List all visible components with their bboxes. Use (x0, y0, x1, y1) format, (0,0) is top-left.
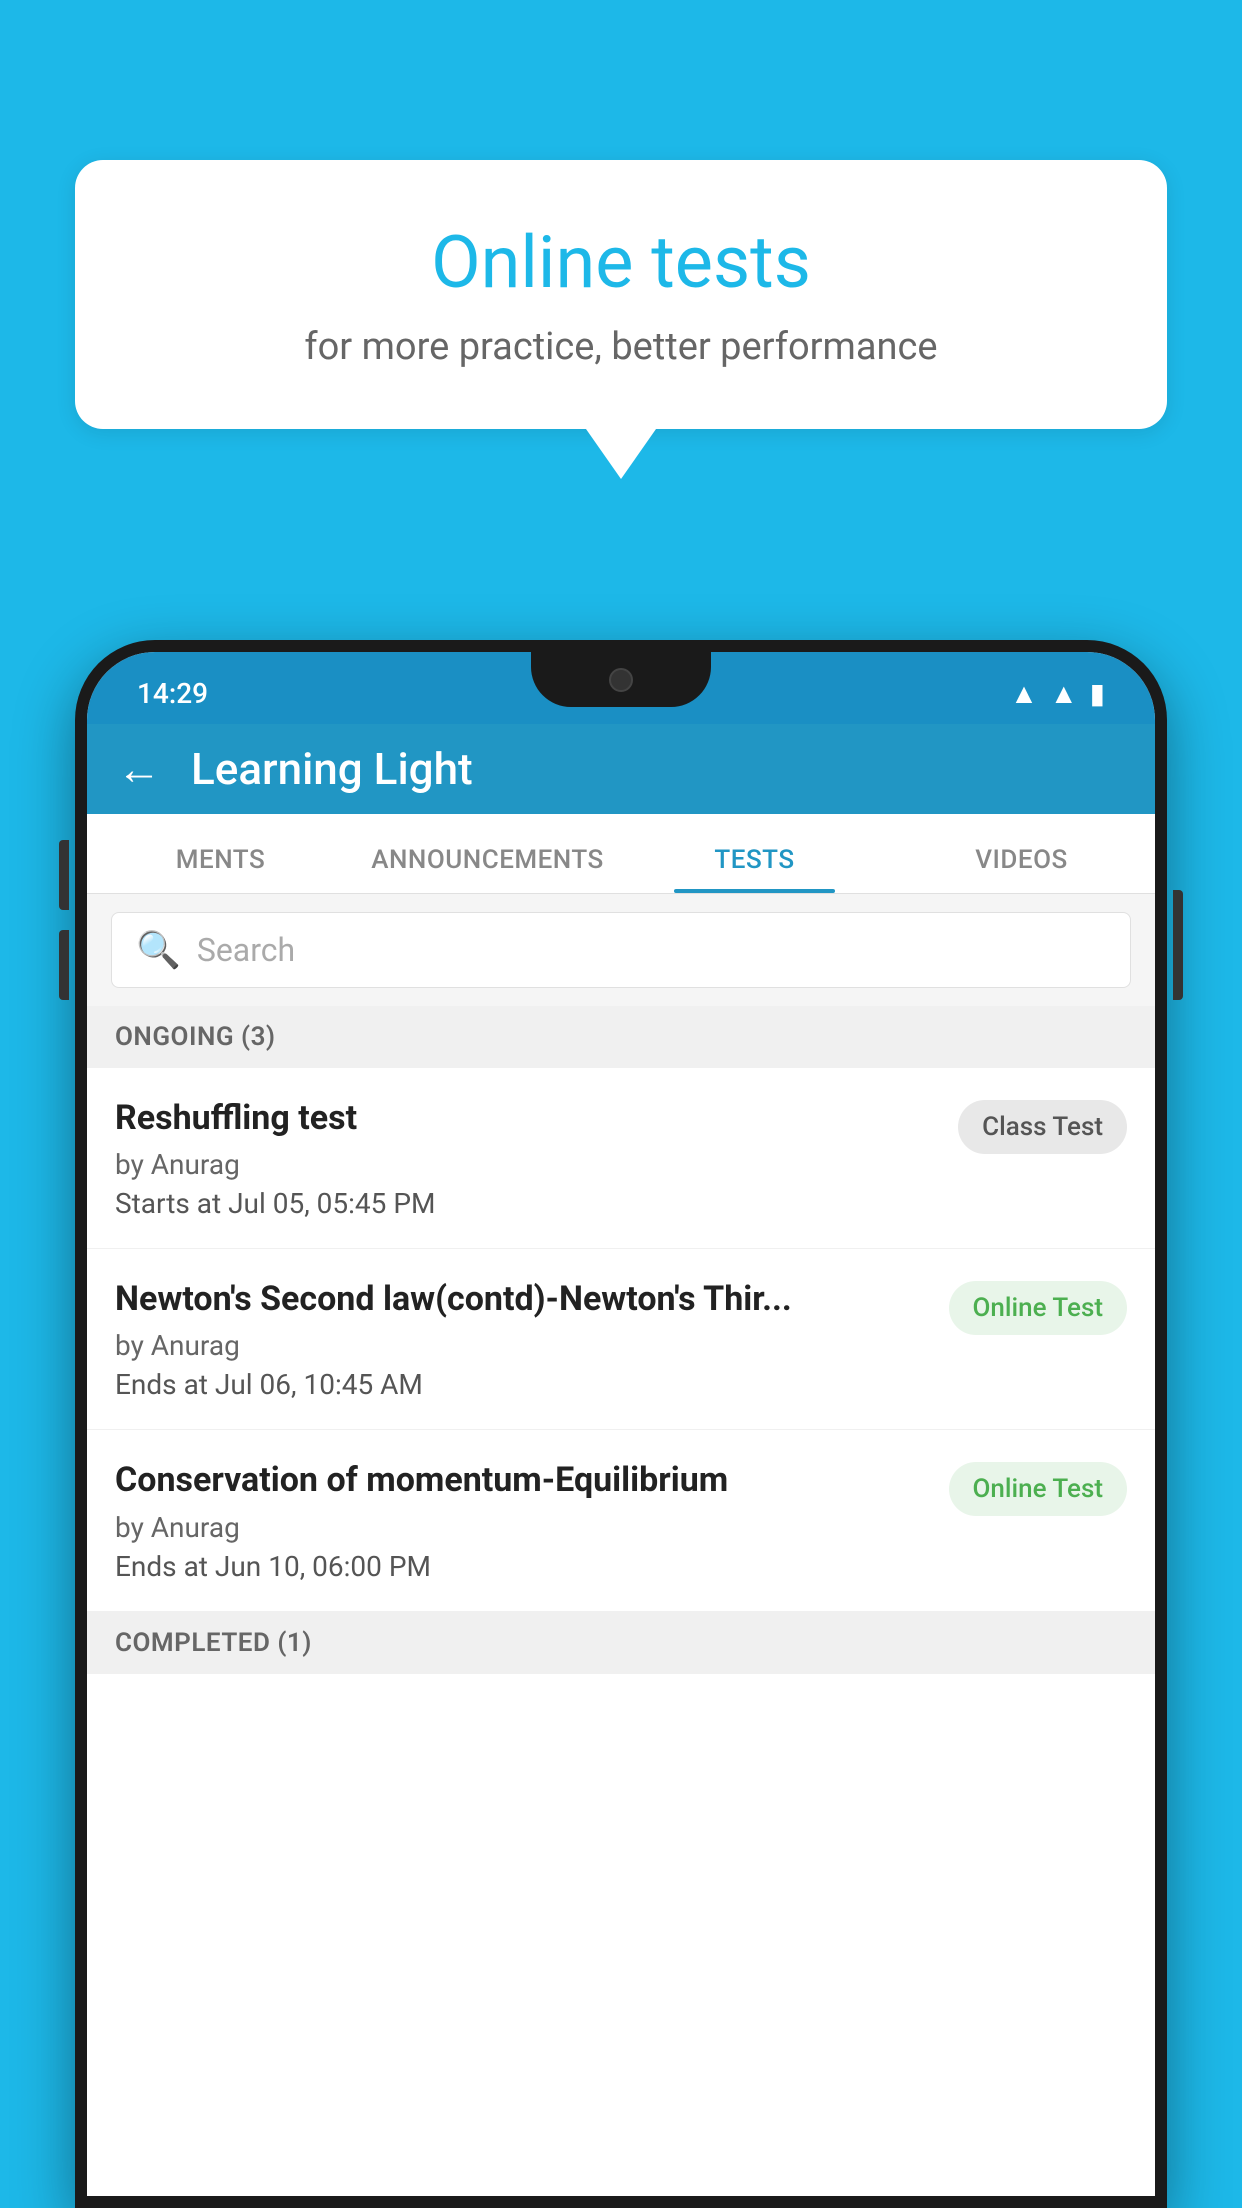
signal-icon: ▲ (1050, 677, 1078, 710)
search-bar[interactable]: 🔍 Search (111, 912, 1131, 988)
speech-bubble-section: Online tests for more practice, better p… (75, 160, 1167, 479)
back-button[interactable]: ← (117, 743, 161, 795)
battery-icon: ▮ (1090, 677, 1105, 710)
completed-section-header: COMPLETED (1) (87, 1612, 1155, 1674)
phone-container: 14:29 ▲ ▲ ▮ ← Learning Light MENTS ANNOU… (75, 640, 1167, 2208)
test-name: Reshuffling test (115, 1096, 938, 1140)
ongoing-section-header: ONGOING (3) (87, 1006, 1155, 1068)
power-button (1173, 890, 1183, 1000)
test-by: by Anurag (115, 1148, 938, 1181)
tab-announcements[interactable]: ANNOUNCEMENTS (354, 845, 621, 893)
search-input[interactable]: Search (197, 931, 295, 969)
volume-up-button (59, 840, 69, 910)
test-time: Ends at Jun 10, 06:00 PM (115, 1550, 929, 1583)
test-item[interactable]: Newton's Second law(contd)-Newton's Thir… (87, 1249, 1155, 1430)
bubble-arrow (586, 429, 656, 479)
test-name: Newton's Second law(contd)-Newton's Thir… (115, 1277, 929, 1321)
status-time: 14:29 (137, 677, 208, 710)
test-time: Starts at Jul 05, 05:45 PM (115, 1187, 938, 1220)
tab-tests[interactable]: TESTS (621, 845, 888, 893)
test-item[interactable]: Conservation of momentum-Equilibrium by … (87, 1430, 1155, 1611)
tab-videos[interactable]: VIDEOS (888, 845, 1155, 893)
phone-notch (531, 652, 711, 707)
online-test-badge-2: Online Test (949, 1462, 1128, 1516)
camera-dot (609, 668, 633, 692)
test-info: Reshuffling test by Anurag Starts at Jul… (115, 1096, 938, 1220)
volume-down-button (59, 930, 69, 1000)
bubble-title: Online tests (155, 220, 1087, 305)
online-test-badge: Online Test (949, 1281, 1128, 1335)
test-by: by Anurag (115, 1511, 929, 1544)
status-icons: ▲ ▲ ▮ (1010, 677, 1105, 710)
test-item[interactable]: Reshuffling test by Anurag Starts at Jul… (87, 1068, 1155, 1249)
search-icon: 🔍 (136, 929, 181, 971)
speech-bubble: Online tests for more practice, better p… (75, 160, 1167, 429)
wifi-icon: ▲ (1010, 677, 1038, 710)
tabs-container: MENTS ANNOUNCEMENTS TESTS VIDEOS (87, 814, 1155, 894)
app-header: ← Learning Light (87, 724, 1155, 814)
phone-frame: 14:29 ▲ ▲ ▮ ← Learning Light MENTS ANNOU… (75, 640, 1167, 2208)
app-title: Learning Light (191, 743, 473, 795)
tab-ments[interactable]: MENTS (87, 845, 354, 893)
test-by: by Anurag (115, 1329, 929, 1362)
test-name: Conservation of momentum-Equilibrium (115, 1458, 929, 1502)
bubble-subtitle: for more practice, better performance (155, 325, 1087, 369)
class-test-badge: Class Test (958, 1100, 1127, 1154)
test-info: Conservation of momentum-Equilibrium by … (115, 1458, 929, 1582)
test-time: Ends at Jul 06, 10:45 AM (115, 1368, 929, 1401)
test-info: Newton's Second law(contd)-Newton's Thir… (115, 1277, 929, 1401)
search-section: 🔍 Search (87, 894, 1155, 1006)
phone-screen: 14:29 ▲ ▲ ▮ ← Learning Light MENTS ANNOU… (87, 652, 1155, 2196)
